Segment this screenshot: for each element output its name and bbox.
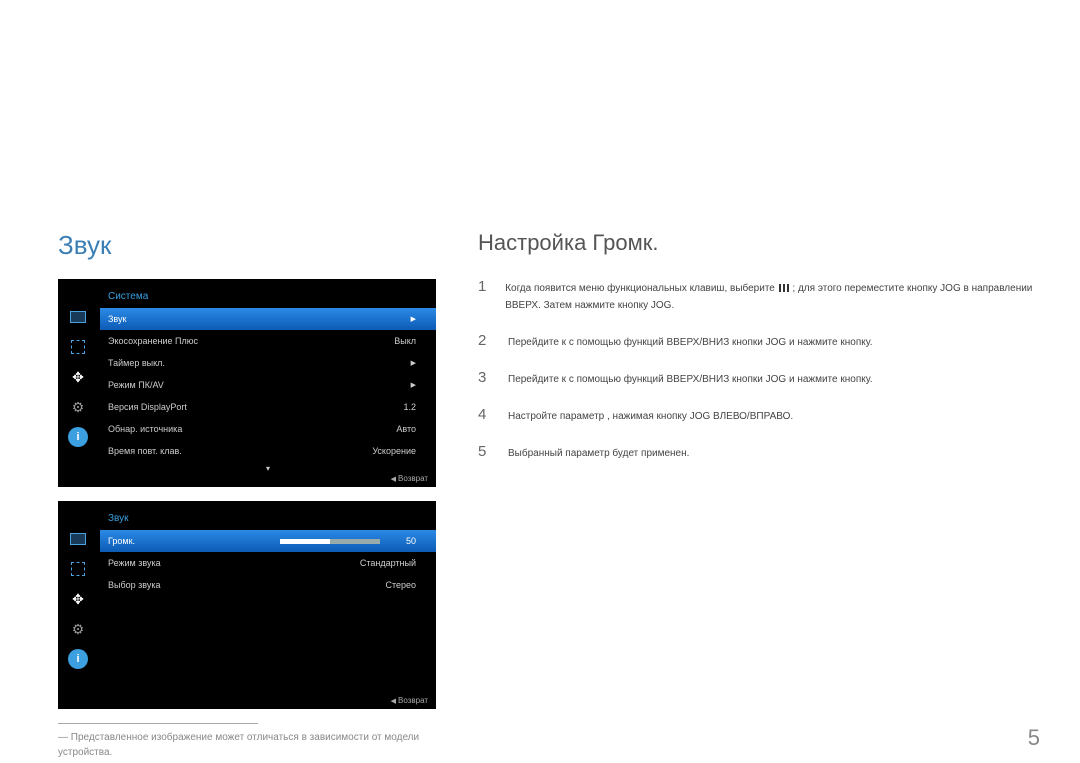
step-item: 2 Перейдите к с помощью функций ВВЕРХ/ВН… (478, 332, 1040, 351)
osd-screenshot-system: ✥ ⚙ i Система Звук ▶ Экосохранение Плюс … (58, 279, 436, 487)
submenu-arrow-icon: ▶ (411, 315, 416, 323)
osd-row-value: Стерео (385, 580, 416, 590)
section-title: Настройка Громк. (478, 230, 1040, 256)
volume-value: 50 (388, 536, 416, 546)
osd-row-label: Таймер выкл. (108, 358, 165, 368)
back-arrow-icon: ◀ (391, 698, 396, 705)
osd-row-label: Обнар. источника (108, 424, 182, 434)
step-number: 4 (478, 406, 490, 423)
osd-row: Звук ▶ (100, 308, 436, 330)
info-icon: i (68, 649, 88, 669)
info-icon: i (68, 427, 88, 447)
osd-row-label: Громк. (108, 536, 135, 546)
osd-row-label: Режим звука (108, 558, 161, 568)
steps-list: 1 Когда появится меню функциональных кла… (478, 278, 1040, 462)
step-text: Перейдите к с помощью функций ВВЕРХ/ВНИЗ… (508, 371, 873, 388)
osd-row: Версия DisplayPort 1.2 (100, 396, 436, 418)
step-number: 3 (478, 369, 490, 386)
osd-row-value: Стандартный (360, 558, 416, 568)
osd-row-label: Режим ПК/AV (108, 380, 164, 390)
arrows-icon: ✥ (68, 589, 88, 609)
volume-slider (280, 539, 380, 544)
divider (58, 723, 258, 724)
osd-screenshot-sound: ✥ ⚙ i Звук Громк. 50 Режим звука Стандар… (58, 501, 436, 709)
submenu-arrow-icon: ▶ (411, 381, 416, 389)
back-label: Возврат (398, 696, 428, 705)
step-number: 2 (478, 332, 490, 349)
osd-row-label: Версия DisplayPort (108, 402, 187, 412)
osd-title: Система (100, 287, 436, 308)
osd-row-value: Ускорение (372, 446, 416, 456)
monitor-icon (68, 529, 88, 549)
back-arrow-icon: ◀ (391, 476, 396, 483)
step-number: 5 (478, 443, 490, 460)
picture-icon (68, 337, 88, 357)
osd-row-value: Авто (396, 424, 416, 434)
osd-row: Режим ПК/AV ▶ (100, 374, 436, 396)
step-item: 1 Когда появится меню функциональных кла… (478, 278, 1040, 314)
osd-row: Обнар. источника Авто (100, 418, 436, 440)
step-item: 3 Перейдите к с помощью функций ВВЕРХ/ВН… (478, 369, 1040, 388)
osd-row-label: Экосохранение Плюс (108, 336, 198, 346)
osd-title: Звук (100, 509, 436, 530)
gear-icon: ⚙ (68, 397, 88, 417)
scroll-down-icon: ▾ (100, 464, 436, 473)
gear-icon: ⚙ (68, 619, 88, 639)
osd-row-value: 1.2 (403, 402, 416, 412)
menu-icon (779, 284, 789, 292)
step-text: Выбранный параметр будет применен. (508, 445, 689, 462)
step-number: 1 (478, 278, 487, 295)
step-item: 5 Выбранный параметр будет применен. (478, 443, 1040, 462)
osd-row: Таймер выкл. ▶ (100, 352, 436, 374)
page-number: 5 (1028, 725, 1040, 751)
submenu-arrow-icon: ▶ (411, 359, 416, 367)
osd-row-label: Звук (108, 314, 126, 324)
osd-footer: ◀Возврат (391, 696, 428, 705)
osd-row-value: Выкл (394, 336, 416, 346)
osd-row: Время повт. клав. Ускорение (100, 440, 436, 462)
step-text: Когда появится меню функциональных клави… (505, 280, 1040, 314)
picture-icon (68, 559, 88, 579)
monitor-icon (68, 307, 88, 327)
back-label: Возврат (398, 474, 428, 483)
step-text: Настройте параметр , нажимая кнопку JOG … (508, 408, 793, 425)
osd-row: Громк. 50 (100, 530, 436, 552)
step-item: 4 Настройте параметр , нажимая кнопку JO… (478, 406, 1040, 425)
arrows-icon: ✥ (68, 367, 88, 387)
osd-row: Экосохранение Плюс Выкл (100, 330, 436, 352)
osd-row-label: Выбор звука (108, 580, 161, 590)
footnote: ― Представленное изображение может отлич… (58, 730, 438, 760)
osd-row: Выбор звука Стерео (100, 574, 436, 596)
osd-footer: ◀Возврат (391, 474, 428, 483)
chapter-title: Звук (58, 230, 438, 261)
osd-row: Режим звука Стандартный (100, 552, 436, 574)
step-text: Перейдите к с помощью функций ВВЕРХ/ВНИЗ… (508, 334, 873, 351)
osd-row-label: Время повт. клав. (108, 446, 182, 456)
